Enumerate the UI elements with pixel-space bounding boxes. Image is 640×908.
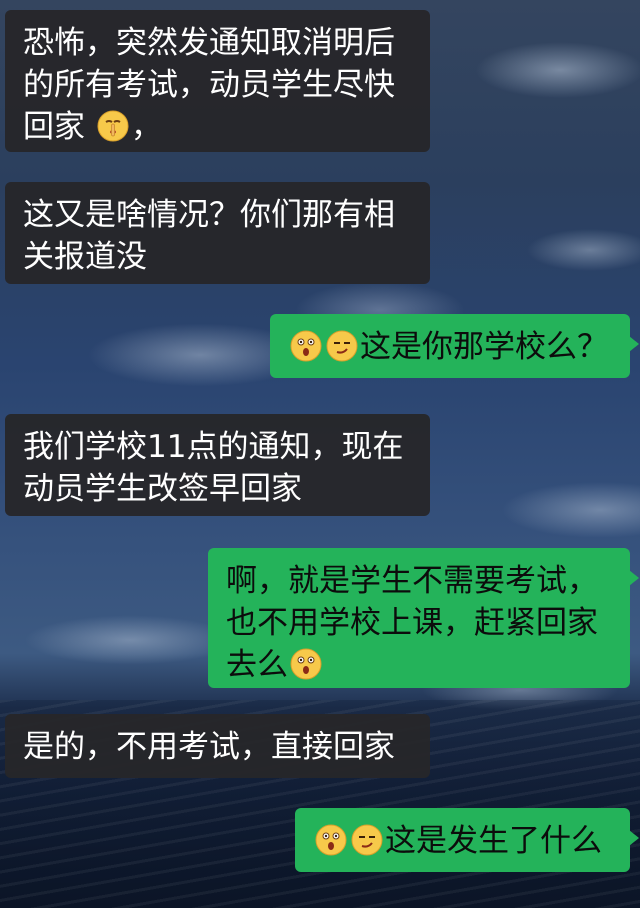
shushing-face-icon xyxy=(97,110,129,142)
astonished-face-icon xyxy=(290,330,322,362)
astonished-face-icon xyxy=(290,648,322,680)
message-bubble-incoming[interactable]: 是的，不用考试，直接回家 xyxy=(5,714,430,778)
message-bubble-incoming[interactable]: 这又是啥情况？你们那有相关报道没 xyxy=(5,182,430,284)
message-text: 这又是啥情况？你们那有相关报道没 xyxy=(23,197,395,275)
astonished-face-icon xyxy=(315,824,347,856)
message-text: 恐怖，突然发通知取消明后的所有考试，动员学生尽快回家 xyxy=(23,25,395,145)
message-text: 这是你那学校么？ xyxy=(360,329,608,365)
message-bubble-outgoing[interactable]: 啊，就是学生不需要考试，也不用学校上课，赶紧回家去么 xyxy=(208,548,639,688)
message-text: 是的，不用考试，直接回家 xyxy=(23,729,395,765)
smirking-face-icon xyxy=(351,824,383,856)
message-bubble-incoming[interactable]: 我们学校11点的通知，现在动员学生改签早回家 xyxy=(5,414,430,516)
message-text: 这是发生了什么 xyxy=(385,823,602,859)
message-bubble-incoming[interactable]: 恐怖，突然发通知取消明后的所有考试，动员学生尽快回家 ， xyxy=(5,10,430,152)
message-trailing-text: ， xyxy=(130,109,162,145)
message-text: 啊，就是学生不需要考试，也不用学校上课，赶紧回家去么 xyxy=(226,563,598,683)
message-bubble-outgoing[interactable]: 这是你那学校么？ xyxy=(270,314,639,378)
smirking-face-icon xyxy=(326,330,358,362)
message-text: 我们学校11点的通知，现在动员学生改签早回家 xyxy=(23,429,404,507)
message-bubble-outgoing[interactable]: 这是发生了什么 xyxy=(295,808,639,872)
